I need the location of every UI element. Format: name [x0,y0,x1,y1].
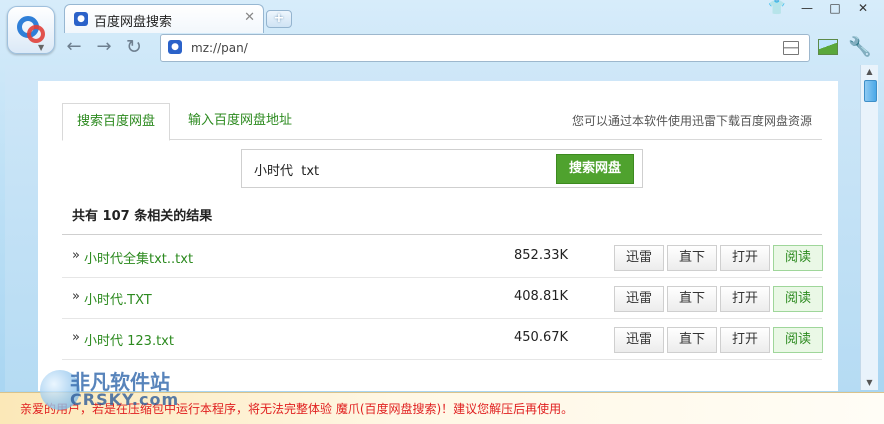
open-button[interactable]: 打开 [720,327,770,353]
tab-close-icon[interactable]: ✕ [244,10,255,25]
reload-icon[interactable]: ↻ [124,37,144,57]
row-bullet: » [72,289,80,304]
browser-window: ▼ ● 百度网盘搜索 ✕ + 👕 — □ ✕ ← → ↻ ● 🔧 搜索百度网盘 … [0,0,884,424]
watermark-logo: 非凡软件站 CRSKY.com [40,360,190,420]
new-tab-button[interactable]: + [266,10,292,28]
tab-title: 百度网盘搜索 [94,15,173,30]
read-button[interactable]: 阅读 [773,327,823,353]
minimize-button[interactable]: — [796,0,818,18]
read-button[interactable]: 阅读 [773,286,823,312]
result-row: » 小时代 123.txt 450.67K 迅雷 直下 打开 阅读 [62,319,823,360]
direct-download-button[interactable]: 直下 [667,245,717,271]
direct-download-button[interactable]: 直下 [667,286,717,312]
scrollbar-thumb[interactable] [864,80,877,102]
skin-icon[interactable]: 👕 [768,0,786,18]
tab-search-pan[interactable]: 搜索百度网盘 [62,103,171,141]
content-panel: 搜索百度网盘 输入百度网盘地址 您可以通过本软件使用迅雷下载百度网盘资源 搜索网… [38,81,838,391]
search-tabs: 搜索百度网盘 输入百度网盘地址 您可以通过本软件使用迅雷下载百度网盘资源 [62,103,822,141]
file-size: 852.33K [514,248,569,263]
file-size: 408.81K [514,289,569,304]
file-size: 450.67K [514,330,569,345]
read-button[interactable]: 阅读 [773,245,823,271]
search-box: 搜索网盘 [241,149,643,188]
address-bar[interactable]: ● [160,34,810,62]
row-bullet: » [72,248,80,263]
page-menu-icon[interactable] [783,41,799,55]
page-viewport: 搜索百度网盘 输入百度网盘地址 您可以通过本软件使用迅雷下载百度网盘资源 搜索网… [5,65,860,391]
scroll-down-icon[interactable]: ▼ [861,376,878,390]
baidu-paw-icon: ● [74,12,88,26]
watermark-en: CRSKY.com [70,390,180,409]
vertical-scrollbar[interactable]: ▲ ▼ [860,65,878,390]
logo-ring-red [27,25,45,43]
app-logo-icon[interactable]: ▼ [7,6,55,54]
image-icon[interactable] [818,39,838,55]
result-row: » 小时代.TXT 408.81K 迅雷 直下 打开 阅读 [62,278,823,319]
tab-enter-address[interactable]: 输入百度网盘地址 [174,103,306,139]
result-count: 共有 107 条相关的结果 [62,199,822,235]
close-window-button[interactable]: ✕ [848,0,878,18]
file-name-link[interactable]: 小时代 123.txt [84,330,174,349]
maximize-button[interactable]: □ [824,0,846,18]
thunder-button[interactable]: 迅雷 [614,245,664,271]
baidu-paw-icon: ● [168,40,182,54]
scroll-up-icon[interactable]: ▲ [861,65,878,79]
browser-tab[interactable]: ● 百度网盘搜索 ✕ [64,4,264,33]
url-input[interactable] [189,38,753,58]
file-name-link[interactable]: 小时代全集txt..txt [84,248,193,267]
open-button[interactable]: 打开 [720,286,770,312]
wrench-icon[interactable]: 🔧 [848,35,872,58]
result-row: » 小时代全集txt..txt 852.33K 迅雷 直下 打开 阅读 [62,237,823,278]
back-arrow-icon[interactable]: ← [64,37,84,57]
thunder-button[interactable]: 迅雷 [614,327,664,353]
search-input[interactable] [252,159,536,179]
direct-download-button[interactable]: 直下 [667,327,717,353]
open-button[interactable]: 打开 [720,245,770,271]
thunder-button[interactable]: 迅雷 [614,286,664,312]
hint-text: 您可以通过本软件使用迅雷下载百度网盘资源 [571,114,812,128]
forward-arrow-icon[interactable]: → [94,37,114,57]
file-name-link[interactable]: 小时代.TXT [84,289,152,308]
search-button[interactable]: 搜索网盘 [556,154,634,184]
row-bullet: » [72,330,80,345]
chevron-down-icon: ▼ [38,43,45,52]
